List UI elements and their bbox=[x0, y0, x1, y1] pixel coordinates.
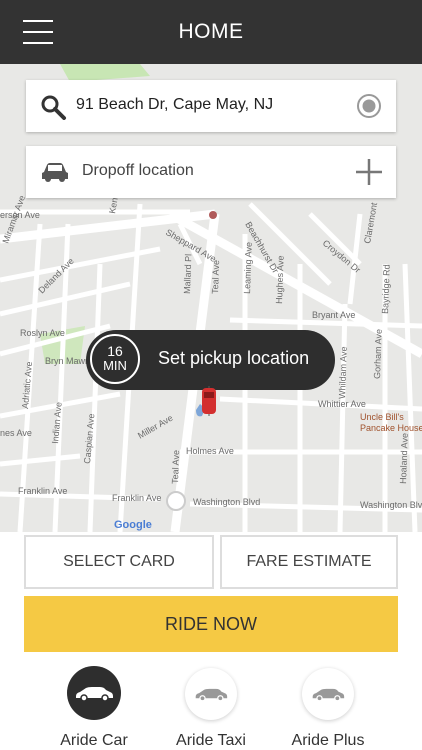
svg-text:Whittier Ave: Whittier Ave bbox=[318, 399, 366, 409]
eta-minutes: 16 bbox=[107, 343, 123, 359]
street-map: Bryant Ave Roslyn Ave Bryn Mawr Ave Dela… bbox=[0, 64, 422, 532]
svg-text:Franklin Ave: Franklin Ave bbox=[18, 486, 67, 496]
set-pickup-location-button[interactable]: 16 MIN Set pickup location bbox=[86, 330, 335, 390]
svg-text:Franklin Ave: Franklin Ave bbox=[112, 493, 161, 503]
ride-type-label: Aride Taxi bbox=[176, 732, 246, 749]
eta-badge: 16 MIN bbox=[90, 334, 140, 384]
svg-text:Gorham Ave: Gorham Ave bbox=[372, 329, 384, 379]
plus-option-circle bbox=[302, 668, 354, 720]
bottom-panel: SELECT CARD FARE ESTIMATE RIDE NOW Aride… bbox=[0, 532, 422, 750]
svg-text:Leaming Ave: Leaming Ave bbox=[242, 242, 254, 294]
car-option-circle bbox=[67, 666, 121, 720]
svg-text:Teal Ave: Teal Ave bbox=[170, 450, 181, 484]
svg-text:Adriatic Ave: Adriatic Ave bbox=[20, 361, 34, 409]
ride-type-aride-plus[interactable]: Aride Plus bbox=[273, 666, 383, 750]
svg-text:Deland Ave: Deland Ave bbox=[36, 256, 76, 296]
ride-type-label: Aride Plus bbox=[291, 732, 365, 749]
ride-type-aride-taxi[interactable]: Aride Taxi bbox=[156, 666, 266, 750]
pickup-pin-icon bbox=[202, 386, 216, 416]
dropoff-location-field[interactable]: Dropoff location bbox=[26, 146, 396, 198]
car-icon bbox=[42, 163, 68, 182]
svg-text:Washington Blvd: Washington Blvd bbox=[360, 500, 422, 510]
ride-type-aride-car[interactable]: Aride Car bbox=[39, 666, 149, 750]
ride-now-button[interactable]: RIDE NOW bbox=[24, 596, 398, 652]
pickup-location-field[interactable]: 91 Beach Dr, Cape May, NJ bbox=[26, 80, 396, 132]
select-card-button[interactable]: SELECT CARD bbox=[24, 535, 214, 589]
eta-unit: MIN bbox=[103, 358, 127, 373]
svg-text:Mallard Pl: Mallard Pl bbox=[182, 254, 193, 294]
svg-text:Pancake House: Pancake House bbox=[360, 423, 422, 433]
svg-text:Washington Blvd: Washington Blvd bbox=[193, 497, 260, 507]
dropoff-placeholder: Dropoff location bbox=[82, 162, 194, 179]
svg-text:Bryant Ave: Bryant Ave bbox=[312, 310, 355, 320]
car-icon bbox=[312, 688, 345, 701]
pickup-address: 91 Beach Dr, Cape May, NJ bbox=[76, 96, 274, 113]
svg-text:Bayridge Rd: Bayridge Rd bbox=[380, 264, 392, 314]
svg-text:Claremont: Claremont bbox=[362, 201, 379, 244]
map-view[interactable]: Bryant Ave Roslyn Ave Bryn Mawr Ave Dela… bbox=[0, 64, 422, 532]
svg-text:Holmes Ave: Holmes Ave bbox=[186, 446, 234, 456]
set-pickup-label: Set pickup location bbox=[158, 348, 310, 368]
svg-text:Hoaland Ave: Hoaland Ave bbox=[398, 433, 410, 484]
app-header: HOME bbox=[0, 0, 422, 64]
svg-text:Google: Google bbox=[114, 519, 152, 531]
ride-type-label: Aride Car bbox=[60, 732, 128, 749]
plus-icon[interactable] bbox=[356, 159, 382, 185]
car-icon bbox=[195, 688, 228, 701]
search-icon bbox=[41, 95, 66, 120]
svg-text:erson Ave: erson Ave bbox=[0, 210, 40, 220]
car-icon bbox=[76, 687, 113, 701]
svg-text:Teal Ave: Teal Ave bbox=[210, 260, 221, 294]
taxi-option-circle bbox=[185, 668, 237, 720]
fare-estimate-button[interactable]: FARE ESTIMATE bbox=[220, 535, 398, 589]
location-target-icon[interactable] bbox=[356, 93, 382, 119]
page-title: HOME bbox=[178, 20, 244, 43]
svg-text:Uncle Bill's: Uncle Bill's bbox=[360, 412, 404, 422]
svg-text:nes Ave: nes Ave bbox=[0, 428, 32, 438]
svg-text:Roslyn Ave: Roslyn Ave bbox=[20, 328, 65, 338]
svg-text:Whildam Ave: Whildam Ave bbox=[337, 346, 349, 399]
svg-text:Miller Ave: Miller Ave bbox=[136, 413, 175, 441]
